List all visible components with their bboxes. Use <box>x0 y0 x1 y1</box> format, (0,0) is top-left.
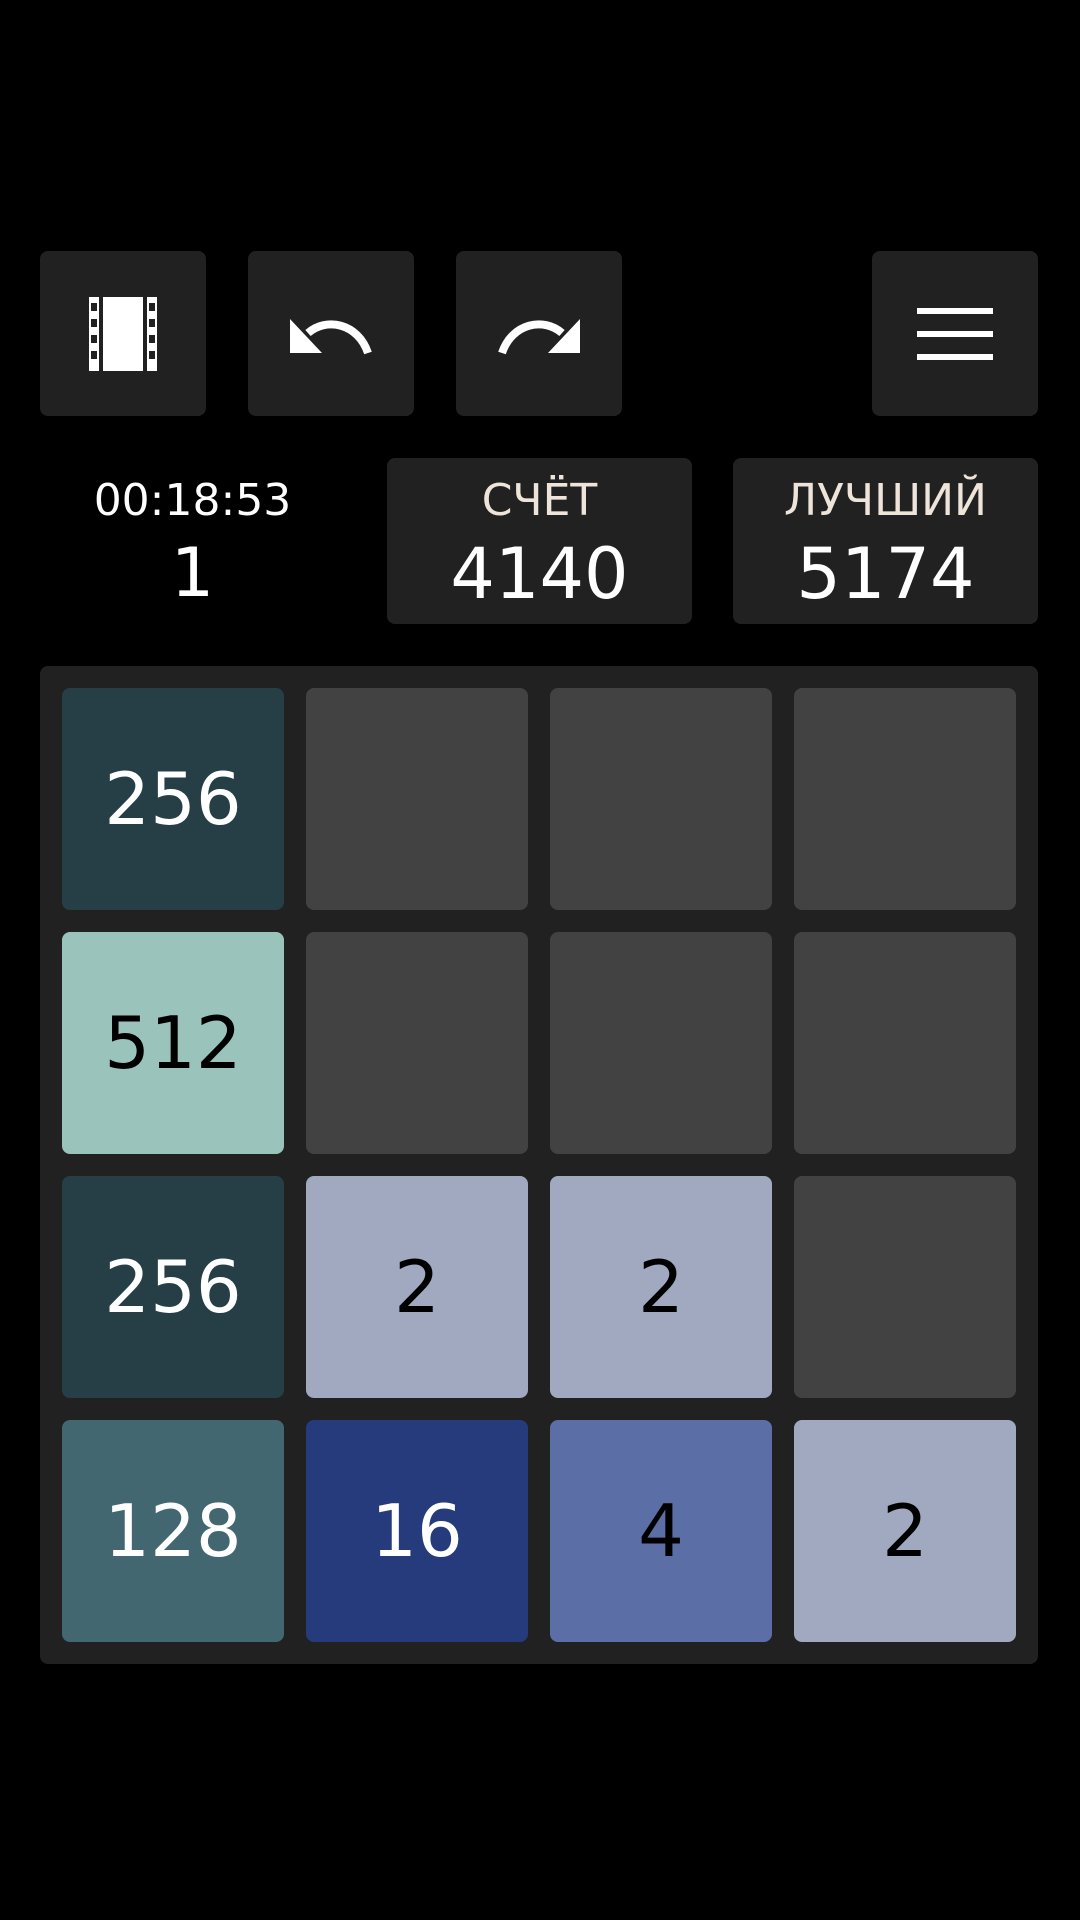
empty-cell <box>794 1176 1016 1398</box>
tile: 4 <box>550 1420 772 1642</box>
empty-cell <box>794 932 1016 1154</box>
timer-moves-panel: 00:18:53 1 <box>40 458 345 624</box>
empty-cell <box>794 688 1016 910</box>
menu-button[interactable] <box>872 251 1038 416</box>
tile: 256 <box>62 688 284 910</box>
best-score-label: ЛУЧШИЙ <box>784 475 987 526</box>
undo-button[interactable] <box>248 251 414 416</box>
game-board[interactable]: 256 512 256 2 2 128 16 4 2 <box>40 666 1038 1664</box>
score-label: СЧЁТ <box>481 475 598 526</box>
replay-button[interactable] <box>40 251 206 416</box>
film-icon <box>89 296 157 371</box>
empty-cell <box>550 688 772 910</box>
tile: 16 <box>306 1420 528 1642</box>
score-box: СЧЁТ 4140 <box>387 458 692 624</box>
best-score-value: 5174 <box>796 533 975 615</box>
redo-icon <box>494 309 584 359</box>
tile: 512 <box>62 932 284 1154</box>
score-value: 4140 <box>450 533 629 615</box>
redo-button[interactable] <box>456 251 622 416</box>
timer: 00:18:53 <box>93 475 292 526</box>
tile: 128 <box>62 1420 284 1642</box>
tile: 2 <box>550 1176 772 1398</box>
best-score-box: ЛУЧШИЙ 5174 <box>733 458 1038 624</box>
empty-cell <box>306 932 528 1154</box>
menu-icon <box>917 307 993 360</box>
moves-counter: 1 <box>170 534 215 613</box>
tile: 256 <box>62 1176 284 1398</box>
empty-cell <box>306 688 528 910</box>
tile: 2 <box>306 1176 528 1398</box>
tile: 2 <box>794 1420 1016 1642</box>
undo-icon <box>286 309 376 359</box>
empty-cell <box>550 932 772 1154</box>
